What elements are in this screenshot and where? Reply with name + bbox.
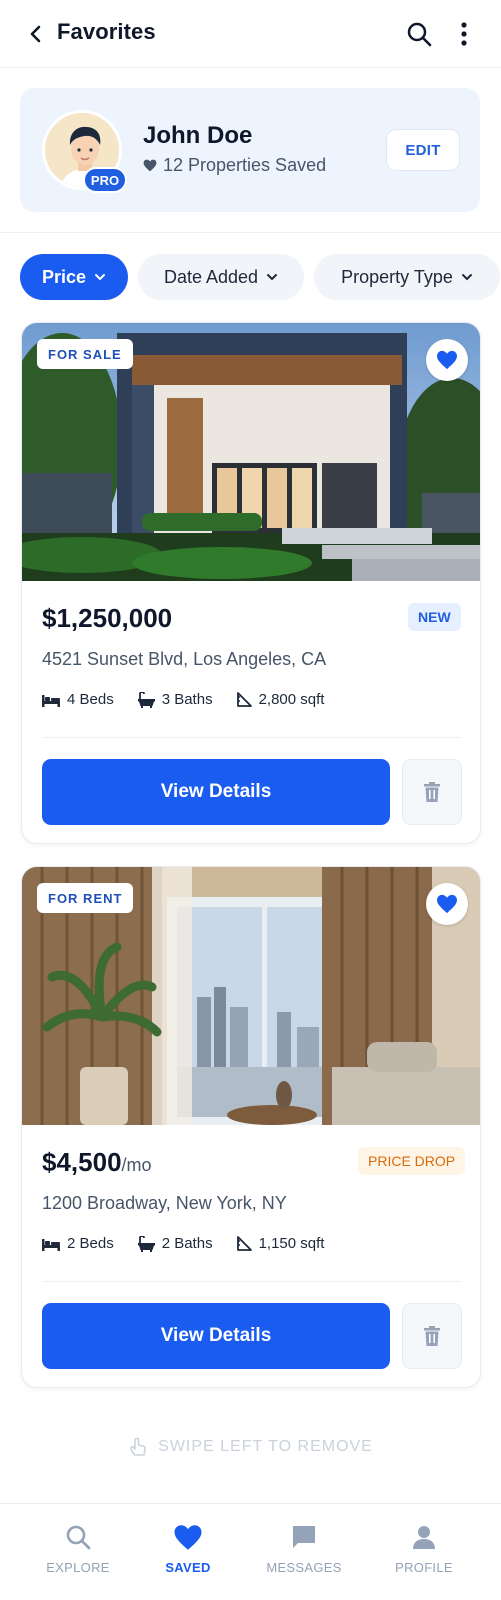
baths-feature: 3 Baths: [137, 691, 213, 708]
more-options-button[interactable]: [452, 19, 476, 49]
section-divider: [0, 232, 501, 233]
view-details-button[interactable]: View Details: [42, 759, 390, 825]
beds-feature: 4 Beds: [42, 691, 114, 708]
nav-label: SAVED: [165, 1560, 211, 1575]
area-feature: 2,800 sqft: [236, 691, 325, 708]
price-unit: /mo: [121, 1155, 152, 1175]
price-value: $1,250,000: [42, 603, 173, 633]
property-card[interactable]: FOR SALE $1,250,000 NEW 4521 Sunset Blvd…: [21, 322, 481, 844]
heart-icon: [437, 350, 457, 370]
property-image[interactable]: FOR RENT: [22, 867, 480, 1125]
nav-item-explore[interactable]: EXPLORE: [18, 1504, 138, 1600]
status-badge: NEW: [408, 603, 461, 631]
heart-icon: [143, 159, 157, 172]
nav-item-profile[interactable]: PROFILE: [364, 1504, 484, 1600]
message-icon: [293, 1526, 315, 1548]
view-details-button[interactable]: View Details: [42, 1303, 390, 1369]
baths-text: 2 Baths: [161, 1235, 213, 1252]
area-text: 2,800 sqft: [258, 691, 325, 708]
chevron-down-icon: [95, 274, 106, 281]
delete-button[interactable]: [402, 759, 462, 825]
trash-icon: [424, 782, 440, 802]
property-address: 4521 Sunset Blvd, Los Angeles, CA: [42, 649, 327, 669]
swipe-hand-icon: [130, 1437, 146, 1456]
search-button[interactable]: [404, 19, 434, 49]
status-badge: PRICE DROP: [358, 1147, 466, 1175]
saved-count: 12 Properties Saved: [143, 155, 326, 176]
price-value: $4,500: [42, 1147, 122, 1177]
area-feature: 1,150 sqft: [236, 1235, 325, 1252]
bed-icon: [42, 1238, 60, 1251]
beds-text: 2 Beds: [67, 1235, 114, 1252]
property-image[interactable]: FOR SALE: [22, 323, 480, 581]
beds-feature: 2 Beds: [42, 1235, 114, 1252]
filter-chip-price[interactable]: Price: [20, 254, 128, 300]
chevron-left-icon: [30, 25, 41, 43]
edit-profile-button[interactable]: EDIT: [386, 129, 460, 171]
bath-icon: [137, 691, 155, 708]
nav-item-messages[interactable]: MESSAGES: [244, 1504, 364, 1600]
swipe-hint: SWIPE LEFT TO REMOVE: [0, 1437, 501, 1457]
ruler-icon: [236, 1236, 252, 1251]
listing-type-tag: FOR RENT: [37, 883, 134, 913]
filter-chip-date-added[interactable]: Date Added: [138, 254, 304, 300]
search-icon: [66, 1525, 91, 1550]
nav-label: PROFILE: [395, 1560, 453, 1575]
property-price: $1,250,000: [42, 603, 172, 634]
property-features: 4 Beds 3 Baths 2,800 sqft: [42, 691, 324, 708]
baths-feature: 2 Baths: [137, 1235, 213, 1252]
person-icon: [413, 1526, 435, 1549]
more-vertical-icon: [461, 22, 467, 46]
listing-type-tag: FOR SALE: [37, 339, 133, 369]
swipe-hint-text: SWIPE LEFT TO REMOVE: [158, 1438, 373, 1455]
page-title: Favorites: [57, 19, 156, 44]
search-icon: [407, 22, 432, 47]
nav-label: MESSAGES: [266, 1560, 342, 1575]
trash-icon: [424, 1326, 440, 1346]
area-text: 1,150 sqft: [258, 1235, 325, 1252]
property-features: 2 Beds 2 Baths 1,150 sqft: [42, 1235, 324, 1252]
favorite-button[interactable]: [426, 883, 468, 925]
bath-icon: [137, 1235, 155, 1252]
chevron-down-icon: [461, 274, 472, 281]
filter-chip-label: Property Type: [341, 266, 453, 287]
favorite-button[interactable]: [426, 339, 468, 381]
pro-badge: PRO: [83, 167, 127, 193]
property-card[interactable]: FOR RENT $4,500/mo PRICE DROP 1200 Broad…: [21, 866, 481, 1388]
card-divider: [42, 1281, 462, 1282]
ruler-icon: [236, 692, 252, 707]
nav-item-saved[interactable]: SAVED: [128, 1504, 248, 1600]
filter-chip-label: Price: [41, 266, 87, 287]
property-price: $4,500/mo: [42, 1147, 152, 1178]
filter-chip-label: Date Added: [163, 266, 259, 287]
heart-icon: [437, 894, 457, 914]
saved-count-text: 12 Properties Saved: [163, 155, 327, 175]
profile-card: PRO John Doe 12 Properties Saved EDIT: [20, 88, 480, 212]
back-button[interactable]: [22, 20, 50, 48]
chevron-down-icon: [267, 274, 278, 281]
bottom-nav: EXPLORE SAVED MESSAGES PROFILE: [0, 1503, 501, 1600]
profile-name: John Doe: [143, 122, 253, 149]
property-address: 1200 Broadway, New York, NY: [42, 1193, 287, 1213]
baths-text: 3 Baths: [161, 691, 213, 708]
nav-label: EXPLORE: [46, 1560, 110, 1575]
delete-button[interactable]: [402, 1303, 462, 1369]
filter-chip-property-type[interactable]: Property Type: [314, 254, 500, 300]
beds-text: 4 Beds: [67, 691, 114, 708]
heart-icon: [174, 1524, 202, 1550]
bed-icon: [42, 694, 60, 707]
card-divider: [42, 737, 462, 738]
app-header: Favorites: [0, 0, 501, 68]
